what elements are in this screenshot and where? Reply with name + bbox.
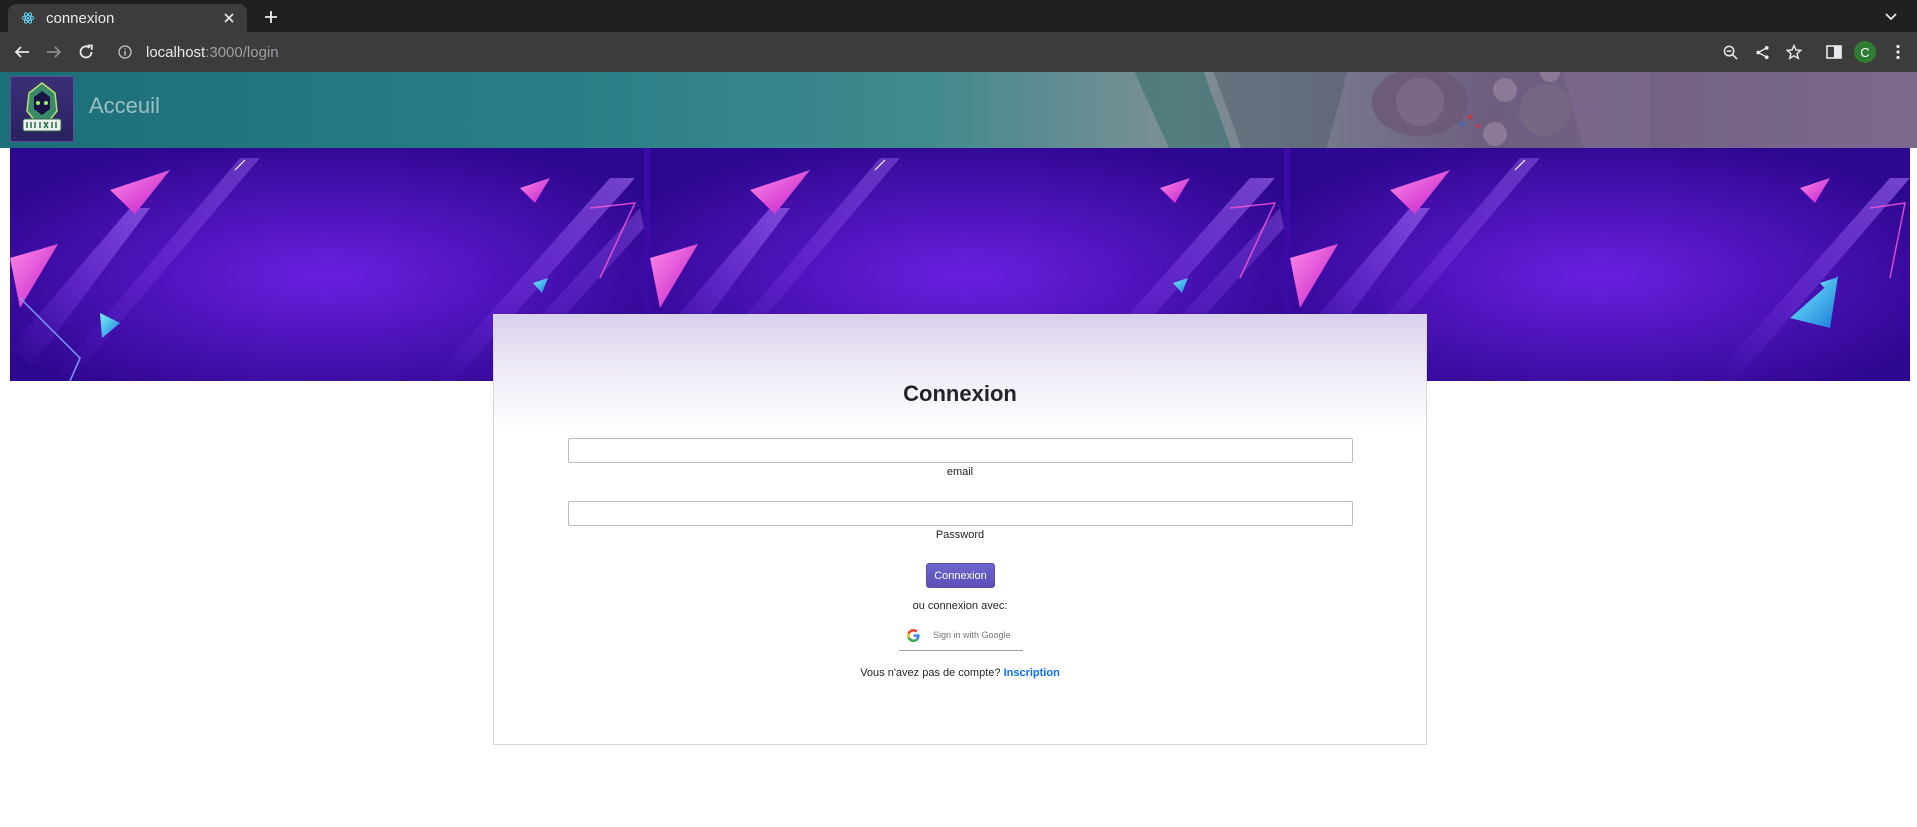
zoom-icon[interactable] bbox=[1718, 40, 1742, 64]
email-field[interactable] bbox=[568, 438, 1353, 463]
info-icon[interactable] bbox=[116, 43, 134, 61]
nav-link-home[interactable]: Acceuil bbox=[89, 93, 160, 119]
close-icon[interactable] bbox=[219, 8, 239, 28]
password-field[interactable] bbox=[568, 501, 1353, 526]
react-favicon-icon bbox=[20, 10, 36, 26]
browser-tab[interactable]: connexion bbox=[8, 4, 247, 32]
star-icon[interactable] bbox=[1782, 40, 1806, 64]
browser-tab-strip: connexion bbox=[0, 0, 1917, 32]
signup-prompt-text: Vous n'avez pas de compte? bbox=[860, 667, 1004, 679]
signup-link[interactable]: Inscription bbox=[1004, 667, 1060, 679]
url-host: localhost bbox=[146, 43, 206, 61]
url-text: localhost:3000/login bbox=[146, 44, 279, 61]
site-navbar: Acceuil bbox=[0, 72, 1917, 148]
password-label: Password bbox=[935, 529, 985, 541]
plus-icon[interactable] bbox=[260, 6, 282, 28]
card-header-fade bbox=[494, 315, 1426, 435]
chevron-down-icon[interactable] bbox=[1880, 6, 1902, 28]
signup-prompt: Vous n'avez pas de compte? Inscription bbox=[494, 667, 1426, 679]
google-icon bbox=[905, 627, 921, 643]
google-signin-button[interactable]: Sign in with Google bbox=[899, 620, 1023, 651]
login-button[interactable]: Connexion bbox=[926, 563, 995, 588]
side-panel-icon[interactable] bbox=[1822, 40, 1846, 64]
web-page: Acceuil Connexion email Password Connexi… bbox=[0, 72, 1917, 827]
menu-dots-icon[interactable] bbox=[1886, 40, 1910, 64]
reload-icon[interactable] bbox=[74, 40, 98, 64]
url-path: :3000/login bbox=[205, 43, 279, 61]
google-signin-label: Sign in with Google bbox=[933, 630, 1011, 640]
page-title: Connexion bbox=[903, 381, 1017, 406]
alt-login-text: ou connexion avec: bbox=[912, 600, 1008, 612]
login-card: Connexion email Password Connexion ou co… bbox=[493, 314, 1427, 745]
email-label: email bbox=[946, 466, 974, 478]
site-logo[interactable] bbox=[10, 76, 74, 142]
share-icon[interactable] bbox=[1750, 40, 1774, 64]
tab-title: connexion bbox=[46, 9, 115, 27]
browser-toolbar: localhost:3000/login C bbox=[0, 32, 1917, 72]
forward-arrow-icon[interactable] bbox=[42, 40, 66, 64]
address-bar[interactable]: localhost:3000/login bbox=[106, 35, 1806, 69]
gamepad-background-image bbox=[1134, 72, 1650, 148]
back-arrow-icon[interactable] bbox=[10, 40, 34, 64]
profile-avatar[interactable]: C bbox=[1854, 41, 1876, 63]
